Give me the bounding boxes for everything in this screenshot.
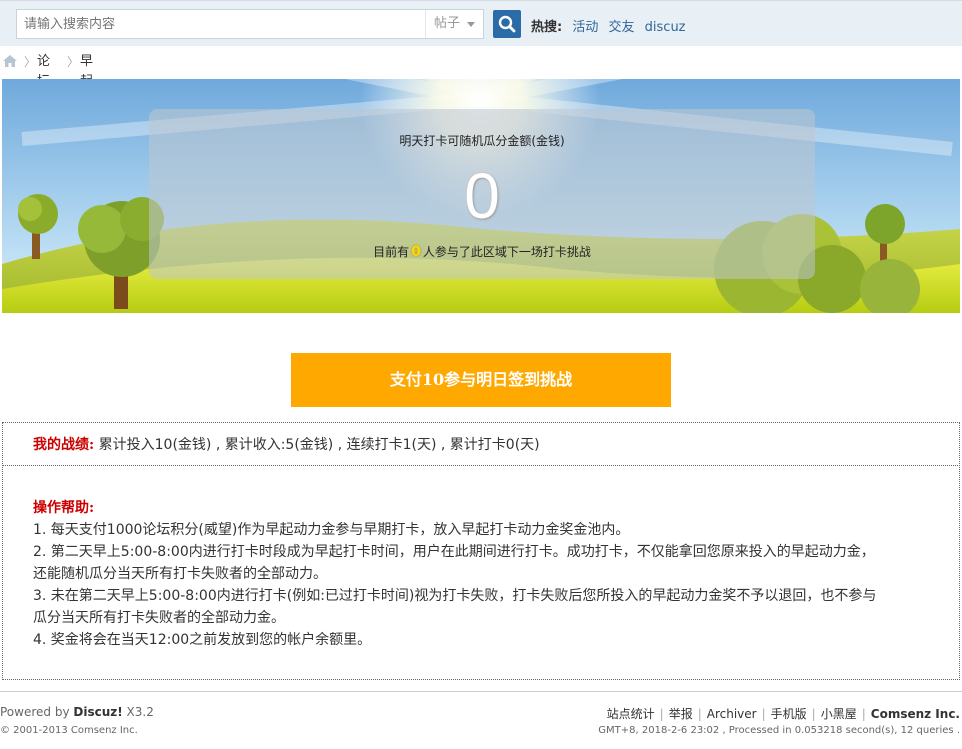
divider: | [697,707,702,721]
powered-brand-link[interactable]: Discuz! [73,705,122,719]
my-record-text: 累计投入10(金钱) , 累计收入:5(金钱) , 连续打卡1(天) , 累计打… [98,437,540,453]
participants-count: 0 [411,244,421,260]
help-line: 瓜分当天所有打卡失败者的全部动力金。 [33,610,285,626]
powered-version: X3.2 [122,705,154,719]
search-box: 帖子 [16,9,484,39]
server-info: GMT+8, 2018-2-6 23:02 , Processed in 0.0… [598,725,960,736]
home-icon[interactable] [2,54,18,75]
help-section: 操作帮助: 1. 每天支付1000论坛积分(威望)作为早起动力金参与早期打卡，放… [2,465,960,680]
footer-divider [0,691,962,692]
help-title: 操作帮助: [33,500,95,516]
my-record: 我的战绩: 累计投入10(金钱) , 累计收入:5(金钱) , 连续打卡1(天)… [2,422,960,466]
prize-pool-amount: 0 [464,160,500,232]
help-line: 还能随机瓜分当天所有打卡失败者的全部动力。 [33,566,327,582]
prize-pool-panel: 明天打卡可随机瓜分金额(金钱) 0 目前有 0 人参与了此区域下一场打卡挑战 [149,109,815,279]
search-type-label: 帖子 [434,16,461,31]
footer-link-comsenz[interactable]: Comsenz Inc. [871,707,960,721]
help-line: 1. 每天支付1000论坛积分(威望)作为早起动力金参与早期打卡，放入早起打卡动… [33,522,630,538]
hot-link-discuz[interactable]: discuz [645,20,686,35]
search-input[interactable] [17,10,425,38]
chevron-down-icon [467,22,475,27]
search-icon [498,15,516,33]
divider: | [861,707,866,721]
copyright: © 2001-2013 Comsenz Inc. [0,725,138,736]
challenge-banner: 明天打卡可随机瓜分金额(金钱) 0 目前有 0 人参与了此区域下一场打卡挑战 [2,79,960,313]
chevron-right-icon: 〉 [24,55,37,69]
prize-pool-title: 明天打卡可随机瓜分金额(金钱) [399,134,565,148]
top-search-bar: 帖子 热搜: 活动 交友 discuz [0,0,962,46]
participants-prefix: 目前有 [373,245,410,259]
search-type-select[interactable]: 帖子 [425,10,484,38]
participants-line: 目前有 0 人参与了此区域下一场打卡挑战 [149,243,815,260]
hot-link-activity[interactable]: 活动 [572,20,598,35]
footer-link-archiver[interactable]: Archiver [707,707,757,721]
help-line: 3. 未在第二天早上5:00-8:00内进行打卡(例如:已过打卡时间)视为打卡失… [33,588,877,604]
my-record-label: 我的战绩: [33,437,95,453]
divider: | [761,707,766,721]
join-challenge-button[interactable]: 支付10参与明日签到挑战 [291,353,671,407]
hot-search-label: 热搜: [531,20,563,35]
search-button[interactable] [493,10,521,38]
chevron-right-icon: 〉 [67,55,80,69]
participants-suffix: 人参与了此区域下一场打卡挑战 [422,245,591,259]
hot-search: 热搜: 活动 交友 discuz [531,16,686,35]
footer-link-report[interactable]: 举报 [669,707,693,721]
help-line: 4. 奖金将会在当天12:00之前发放到您的帐户余额里。 [33,632,372,648]
footer-link-mobile[interactable]: 手机版 [771,707,807,721]
divider: | [811,707,816,721]
help-line: 2. 第二天早上5:00-8:00内进行打卡时段成为早起打卡时间，用户在此期间进… [33,544,875,560]
footer-link-stats[interactable]: 站点统计 [607,707,655,721]
footer-link-blackroom[interactable]: 小黑屋 [821,707,857,721]
powered-by: Powered by Discuz! X3.2 [0,705,154,719]
hot-link-dating[interactable]: 交友 [609,20,635,35]
powered-prefix: Powered by [0,705,74,719]
footer-links: 站点统计 | 举报 | Archiver | 手机版 | 小黑屋 | Comsenz Inc. [607,705,960,722]
divider: | [659,707,664,721]
